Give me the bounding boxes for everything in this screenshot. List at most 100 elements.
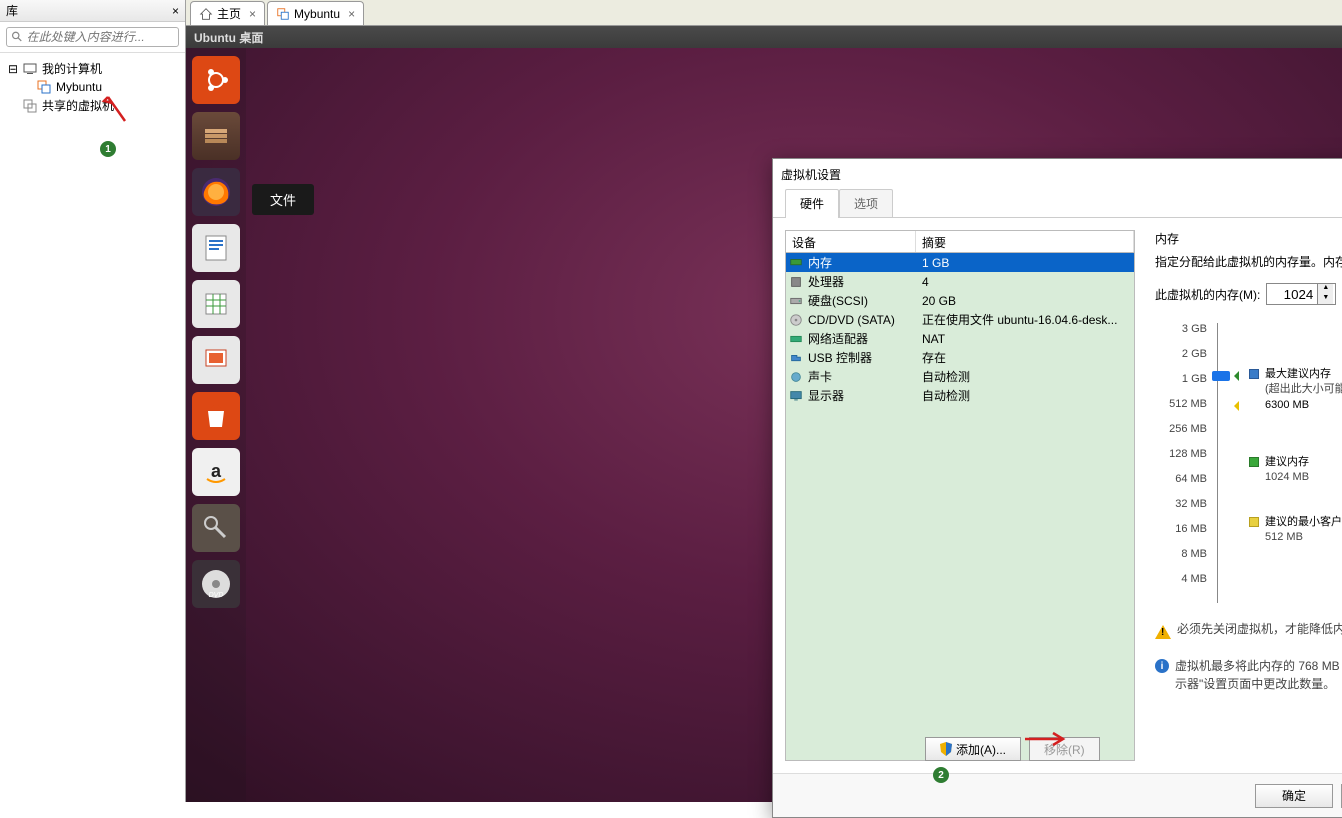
search-box[interactable] xyxy=(6,27,179,47)
marker-minimum: 建议的最小客户机操作系统内存 512 MB xyxy=(1249,515,1342,546)
device-row[interactable]: 硬盘(SCSI)20 GB xyxy=(786,291,1134,310)
scale-tick-label: 3 GB xyxy=(1155,323,1207,335)
scale-tick-label: 16 MB xyxy=(1155,523,1207,535)
device-row[interactable]: 内存1 GB xyxy=(786,253,1134,272)
warning-text: 必须先关闭虚拟机，才能降低内存量。 xyxy=(1177,620,1342,637)
vm-icon xyxy=(276,7,290,21)
memory-markers: 最大建议内存 (超出此大小可能发生内存交换。) 6300 MB 建议内存 102… xyxy=(1231,323,1342,603)
device-name: 声卡 xyxy=(806,368,916,385)
guest-titlebar: Ubuntu 桌面 xyxy=(186,26,1342,48)
memory-group-title: 内存 xyxy=(1155,230,1342,247)
tree-root[interactable]: ⊟ 我的计算机 xyxy=(4,59,181,78)
annotation-badge-1: 1 xyxy=(100,141,116,157)
device-row[interactable]: 显示器自动检测 xyxy=(786,386,1134,405)
scale-tick-label: 2 GB xyxy=(1155,348,1207,360)
triangle-marker-icon xyxy=(1229,401,1239,411)
tree-shared[interactable]: 共享的虚拟机 xyxy=(4,96,181,115)
tree-vm-item[interactable]: Mybuntu xyxy=(4,78,181,96)
launcher-writer[interactable] xyxy=(192,224,240,272)
memory-spinner[interactable]: ▲▼ xyxy=(1266,283,1336,305)
launcher-calc[interactable] xyxy=(192,280,240,328)
square-marker-icon xyxy=(1249,517,1259,527)
dialog-titlebar[interactable]: 虚拟机设置 ✕ xyxy=(773,159,1342,189)
device-icon xyxy=(786,351,806,365)
slider-thumb[interactable] xyxy=(1212,371,1230,381)
computer-icon xyxy=(22,61,38,77)
device-row[interactable]: 声卡自动检测 xyxy=(786,367,1134,386)
guest-title: Ubuntu 桌面 xyxy=(194,29,263,46)
memory-group-desc: 指定分配给此虚拟机的内存量。内存大小必须为 4 MB 的倍数。 xyxy=(1155,253,1342,271)
info-icon: i xyxy=(1155,659,1169,673)
annotation-badge-2: 2 xyxy=(933,767,949,783)
memory-input[interactable] xyxy=(1267,284,1317,304)
workspace-tabs: 主页 × Mybuntu × xyxy=(186,0,1342,26)
launcher-disc[interactable]: DVD xyxy=(192,560,240,608)
device-list[interactable]: 设备 摘要 内存1 GB处理器4硬盘(SCSI)20 GBCD/DVD (SAT… xyxy=(785,230,1135,761)
svg-text:DVD: DVD xyxy=(209,592,224,599)
library-tree: ⊟ 我的计算机 Mybuntu 共享的虚拟机 1 xyxy=(0,53,185,121)
spin-up-icon[interactable]: ▲ xyxy=(1317,284,1333,294)
tab-home[interactable]: 主页 × xyxy=(190,1,265,25)
device-icon xyxy=(786,370,806,384)
square-marker-icon xyxy=(1249,457,1259,467)
tab-hardware[interactable]: 硬件 xyxy=(785,189,839,218)
triangle-marker-icon xyxy=(1229,371,1239,381)
marker-max: 最大建议内存 (超出此大小可能发生内存交换。) 6300 MB xyxy=(1249,367,1342,413)
close-icon[interactable]: × xyxy=(249,7,256,21)
launcher-amazon[interactable]: a xyxy=(192,448,240,496)
device-summary: 自动检测 xyxy=(916,368,1134,385)
device-row[interactable]: CD/DVD (SATA)正在使用文件 ubuntu-16.04.6-desk.… xyxy=(786,310,1134,329)
marker-max-value: 6300 MB xyxy=(1265,398,1342,413)
disc-icon: DVD xyxy=(199,567,233,601)
memory-slider[interactable] xyxy=(1217,323,1227,603)
main-area: 主页 × Mybuntu × Ubuntu 桌面 xyxy=(186,0,1342,802)
marker-min-label: 建议的最小客户机操作系统内存 xyxy=(1265,515,1342,530)
device-row[interactable]: 网络适配器NAT xyxy=(786,329,1134,348)
shield-icon xyxy=(940,742,952,756)
add-button-label: 添加(A)... xyxy=(956,741,1006,758)
device-row[interactable]: USB 控制器存在 xyxy=(786,348,1134,367)
dialog-footer: 确定 取消 帮助 xyxy=(773,773,1342,817)
close-icon[interactable]: × xyxy=(172,4,179,18)
scale-tick-label: 8 MB xyxy=(1155,548,1207,560)
device-summary: 20 GB xyxy=(916,294,1134,308)
device-summary: 存在 xyxy=(916,349,1134,366)
add-button[interactable]: 添加(A)... xyxy=(925,737,1021,761)
device-summary: 正在使用文件 ubuntu-16.04.6-desk... xyxy=(916,311,1134,328)
device-summary: 自动检测 xyxy=(916,387,1134,404)
device-summary: 1 GB xyxy=(916,256,1134,270)
launcher-software[interactable] xyxy=(192,392,240,440)
launcher-firefox[interactable] xyxy=(192,168,240,216)
scale-tick-label: 512 MB xyxy=(1155,398,1207,410)
vm-icon xyxy=(36,79,52,95)
device-name: USB 控制器 xyxy=(806,349,916,366)
info-text: 虚拟机最多将此内存的 768 MB 用作图形内存。您可以在"显示器"设置页面中更… xyxy=(1175,657,1342,693)
unity-launcher: a DVD xyxy=(186,48,246,802)
launcher-impress[interactable] xyxy=(192,336,240,384)
tab-vm[interactable]: Mybuntu × xyxy=(267,1,364,25)
collapse-icon[interactable]: ⊟ xyxy=(8,62,18,76)
launcher-dash[interactable] xyxy=(192,56,240,104)
annotation-arrow-icon xyxy=(1023,731,1069,747)
vm-settings-dialog: 虚拟机设置 ✕ 硬件 选项 设备 摘要 内存1 GB处理器4硬盘(SCSI)20… xyxy=(772,158,1342,818)
spin-down-icon[interactable]: ▼ xyxy=(1317,294,1333,304)
search-input[interactable] xyxy=(27,30,174,44)
tab-options[interactable]: 选项 xyxy=(839,189,893,218)
ubuntu-icon xyxy=(201,65,231,95)
spinner-buttons[interactable]: ▲▼ xyxy=(1317,284,1333,304)
device-row[interactable]: 处理器4 xyxy=(786,272,1134,291)
memory-warning: 必须先关闭虚拟机，才能降低内存量。 xyxy=(1155,617,1342,639)
marker-max-label: 最大建议内存 xyxy=(1265,367,1342,382)
device-icon xyxy=(786,275,806,289)
marker-max-hint: (超出此大小可能发生内存交换。) xyxy=(1265,382,1342,397)
close-icon[interactable]: × xyxy=(348,7,355,21)
files-icon xyxy=(201,121,231,151)
square-marker-icon xyxy=(1249,369,1259,379)
device-icon xyxy=(786,389,806,403)
device-buttons: 添加(A)... 移除(R) xyxy=(925,737,1100,761)
ok-button[interactable]: 确定 xyxy=(1255,784,1333,808)
device-name: 处理器 xyxy=(806,273,916,290)
dialog-body: 设备 摘要 内存1 GB处理器4硬盘(SCSI)20 GBCD/DVD (SAT… xyxy=(773,218,1342,773)
launcher-files[interactable] xyxy=(192,112,240,160)
launcher-settings[interactable] xyxy=(192,504,240,552)
